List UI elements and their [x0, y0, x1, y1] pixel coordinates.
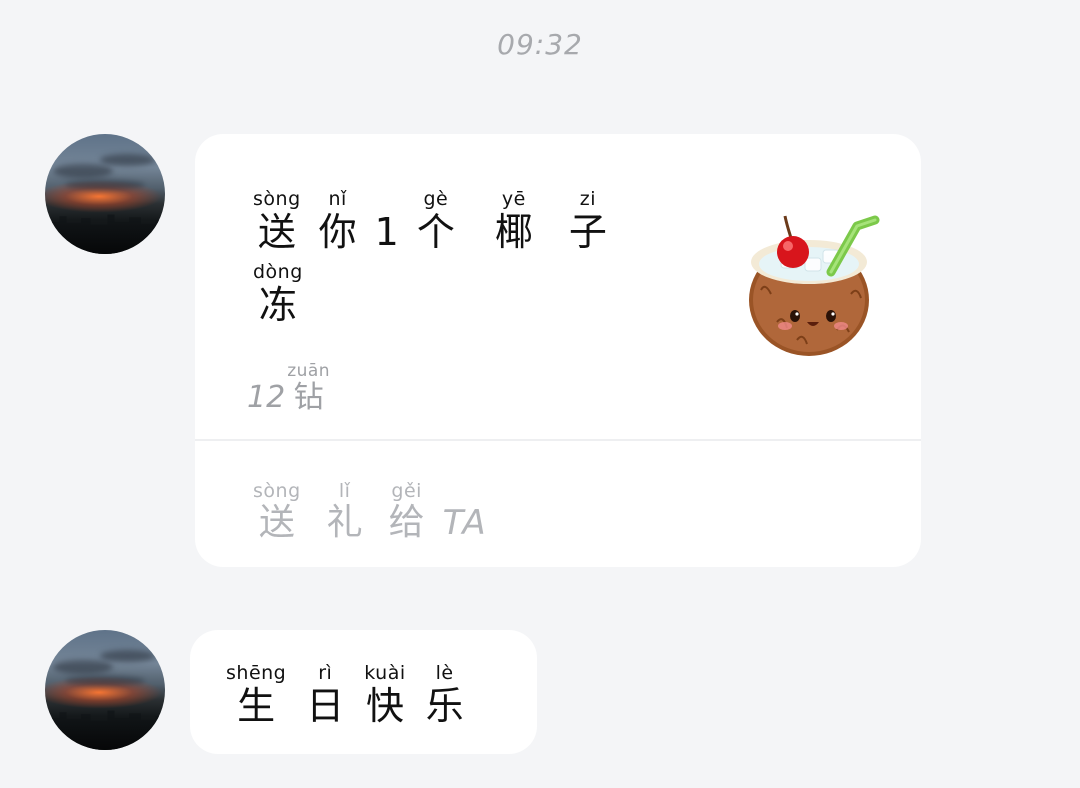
hanzi: 日	[306, 684, 345, 728]
hanzi: 你	[318, 210, 357, 254]
pinyin: lǐ	[338, 480, 351, 502]
pinyin: dòng	[253, 261, 303, 283]
hanzi: 给	[388, 502, 425, 543]
hanzi: 乐	[425, 684, 464, 728]
pinyin: gěi	[391, 480, 422, 502]
ruby-word: kuài 快	[364, 662, 405, 728]
pinyin: lè	[435, 662, 454, 684]
avatar-cloud	[53, 164, 113, 178]
hanzi: 个	[416, 210, 455, 254]
sender-avatar[interactable]	[45, 630, 165, 750]
avatar-cloud	[65, 676, 145, 686]
hanzi: 冻	[258, 283, 297, 327]
send-target-label: TA	[442, 503, 488, 543]
hanzi: 椰	[494, 210, 533, 254]
price-amount: 12	[247, 380, 286, 415]
gift-title-line-2: dòng 冻	[253, 261, 321, 327]
pinyin: yē	[501, 188, 526, 210]
gift-price: 12 zuān 钻	[247, 362, 330, 416]
message-timestamp: 09:32	[497, 28, 583, 61]
gift-title-line-1: sòng 送 nǐ 你 1 gè 个 yē 椰 zi 子	[253, 188, 625, 254]
pinyin: kuài	[364, 662, 406, 684]
hanzi: 送	[258, 502, 295, 543]
gift-count: 1	[374, 210, 399, 254]
ruby-word: zuān 钻	[287, 362, 330, 416]
ruby-word: gè 个	[417, 188, 455, 254]
avatar-city-skyline	[45, 214, 165, 254]
pinyin: nǐ	[328, 188, 347, 210]
ruby-word: sòng 送	[253, 188, 301, 254]
gift-message-card[interactable]: sòng 送 nǐ 你 1 gè 个 yē 椰 zi 子 dòng 冻 12 z…	[195, 134, 921, 567]
coconut-drink-icon	[749, 215, 880, 356]
pinyin: zi	[579, 188, 597, 210]
send-gift-button[interactable]: sòng 送 lǐ 礼 gěi 给 TA	[253, 480, 488, 544]
ruby-word: lè 乐	[426, 662, 464, 728]
ruby-word: nǐ 你	[319, 188, 357, 254]
hanzi: 生	[237, 684, 276, 728]
message-text: shēng 生 rì 日 kuài 快 lè 乐	[226, 662, 484, 728]
hanzi: 送	[257, 210, 296, 254]
ruby-word: rì 日	[306, 662, 344, 728]
avatar-cloud	[65, 180, 145, 190]
card-divider	[195, 439, 921, 441]
text-message-bubble[interactable]: shēng 生 rì 日 kuài 快 lè 乐	[190, 630, 537, 754]
pinyin: zuān	[287, 361, 331, 381]
hanzi: 礼	[326, 502, 363, 543]
pinyin: sòng	[253, 188, 301, 210]
avatar-city-skyline	[45, 710, 165, 750]
hanzi: 快	[365, 684, 404, 728]
avatar-cloud	[53, 660, 113, 674]
ruby-word: sòng 送	[253, 480, 301, 544]
ruby-word: gěi 给	[389, 480, 425, 544]
diamond-unit: 钻	[293, 380, 324, 415]
ruby-word: shēng 生	[226, 662, 286, 728]
hanzi: 子	[568, 210, 607, 254]
ruby-word: dòng 冻	[253, 261, 303, 327]
avatar-cloud	[100, 650, 155, 662]
ruby-word: lǐ 礼	[327, 480, 363, 544]
pinyin: rì	[318, 662, 333, 684]
pinyin: gè	[423, 188, 449, 210]
avatar-cloud	[100, 154, 155, 166]
pinyin: sòng	[253, 480, 301, 502]
pinyin: shēng	[226, 662, 287, 684]
sender-avatar[interactable]	[45, 134, 165, 254]
ruby-word: yē 椰	[495, 188, 533, 254]
ruby-word: zi 子	[569, 188, 607, 254]
